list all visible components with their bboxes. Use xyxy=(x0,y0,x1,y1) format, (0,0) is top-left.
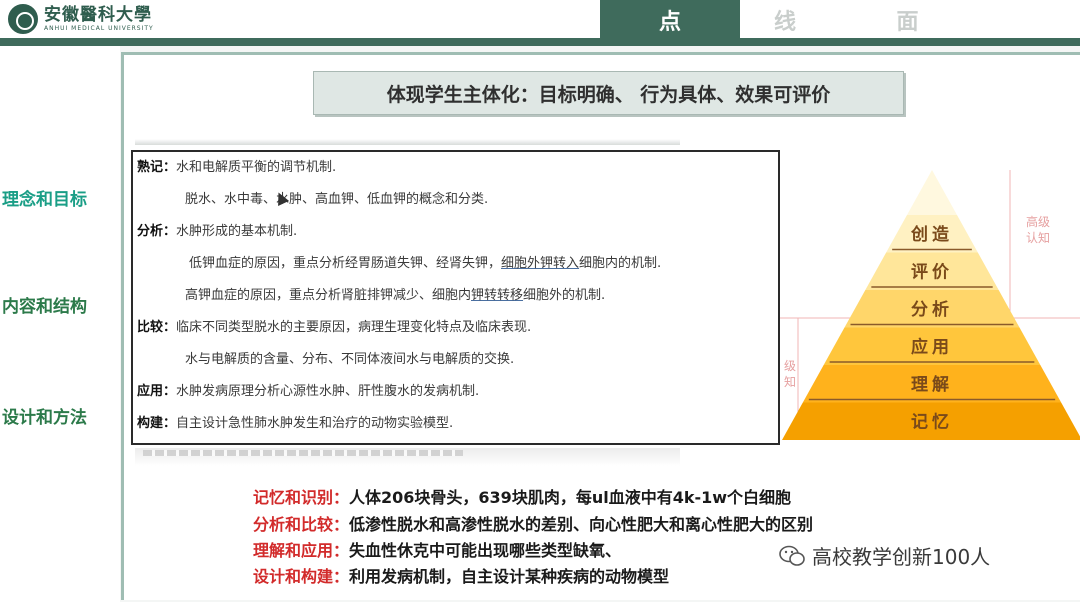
objective-text: 临床不同类型脱水的主要原因，病理生理变化特点及临床表现. xyxy=(176,320,532,335)
objective-row: 水与电解质的含量、分布、不同体液间水与电解质的交换. xyxy=(185,348,514,367)
objectives-shadow-top xyxy=(135,139,680,145)
objectives-box: 熟记：水和电解质平衡的调节机制. 脱水、水中毒、水肿、高血钾、低血钾的概念和分类… xyxy=(131,150,780,445)
objective-text: 水肿发病原理分析心源性水肿、肝性腹水的发病机制. xyxy=(176,384,480,399)
left-nav xyxy=(0,46,120,602)
pyramid-apex xyxy=(907,170,957,215)
example-label: 设计和构建： xyxy=(253,567,350,586)
objective-text: 水肿形成的基本机制. xyxy=(176,224,298,239)
example-text: 人体206块骨头，639块肌肉，每ul血液中有4k-1w个白细胞 xyxy=(349,488,792,507)
example-row: 理解和应用：失血性休克中可能出现哪些类型缺氧、 xyxy=(253,537,621,561)
objective-key: 应用： xyxy=(137,384,177,399)
objective-row: 脱水、水中毒、水肿、高血钾、低血钾的概念和分类. xyxy=(185,188,488,207)
objective-text: 水和电解质平衡的调节机制. xyxy=(176,160,337,175)
university-seal-icon xyxy=(8,4,38,34)
low-cognition-label-1: 级 xyxy=(784,359,796,373)
logo-english-name: ANHUI MEDICAL UNIVERSITY xyxy=(44,24,154,32)
example-label: 分析和比较： xyxy=(253,515,350,534)
page-title: 体现学生主体化：目标明确、 行为具体、效果可评价 xyxy=(313,71,904,115)
pyramid-level-label: 理解 xyxy=(911,374,953,395)
bloom-pyramid: 创造评价分析应用理解记忆 高级 认知 级 知 xyxy=(780,170,1080,440)
objective-text: 水与电解质的含量、分布、不同体液间水与电解质的交换. xyxy=(185,352,515,367)
objective-text: 高钾血症的原因，重点分析肾脏排钾减少、细胞内 xyxy=(185,288,472,303)
wechat-icon xyxy=(779,545,805,566)
header-bar: 安徽醫科大學 ANHUI MEDICAL UNIVERSITY 点 线 面 xyxy=(0,0,1080,40)
tab-face[interactable]: 面 xyxy=(860,0,955,40)
objectives-shadow-bottom xyxy=(135,448,680,466)
pyramid-level-label: 应用 xyxy=(911,336,953,357)
example-text: 低渗性脱水和高渗性脱水的差别、向心性肥大和离心性肥大的区别 xyxy=(349,515,814,534)
pyramid-level-label: 分析 xyxy=(911,299,953,320)
objective-row: 高钾血症的原因，重点分析肾脏排钾减少、细胞内钾转转移细胞外的机制. xyxy=(185,284,605,303)
logo-chinese-name: 安徽醫科大學 xyxy=(44,4,152,25)
nav-item-content-structure[interactable]: 内容和结构 xyxy=(2,292,87,317)
nav-item-design-method[interactable]: 设计和方法 xyxy=(2,403,87,428)
objective-underlined-text: 钾转转移 xyxy=(471,288,524,303)
objective-underlined-text: 细胞外钾转入 xyxy=(501,256,580,271)
university-logo: 安徽醫科大學 ANHUI MEDICAL UNIVERSITY xyxy=(8,4,154,34)
objective-text: 自主设计急性肺水肿发生和治疗的动物实验模型. xyxy=(176,416,454,431)
objective-text: 脱水、水中毒、水肿、高血钾、低血钾的概念和分类. xyxy=(185,192,489,207)
example-row: 设计和构建：利用发病机制，自主设计某种疾病的动物模型 xyxy=(253,563,669,587)
pyramid-level-label: 评价 xyxy=(911,262,953,282)
objective-key: 比较： xyxy=(137,320,177,335)
wechat-watermark: 高校教学创新100人 xyxy=(778,541,990,570)
high-cognition-label-2: 认知 xyxy=(1026,231,1050,245)
example-text: 利用发病机制，自主设计某种疾病的动物模型 xyxy=(349,567,670,586)
objective-key: 分析： xyxy=(137,224,177,239)
example-text: 失血性休克中可能出现哪些类型缺氧、 xyxy=(349,541,622,560)
objective-row: 应用：水肿发病原理分析心源性水肿、肝性腹水的发病机制. xyxy=(137,380,479,399)
tab-point[interactable]: 点 xyxy=(600,0,740,40)
high-cognition-label-1: 高级 xyxy=(1026,214,1050,229)
objective-row: 分析：水肿形成的基本机制. xyxy=(137,220,297,239)
tab-line[interactable]: 线 xyxy=(740,0,830,40)
objective-row: 比较：临床不同类型脱水的主要原因，病理生理变化特点及临床表现. xyxy=(137,316,531,335)
objective-key: 构建： xyxy=(137,416,177,431)
watermark-text: 高校教学创新100人 xyxy=(812,545,991,569)
objective-row: 构建：自主设计急性肺水肿发生和治疗的动物实验模型. xyxy=(137,412,453,431)
objective-text: 细胞外的机制. xyxy=(523,288,606,303)
example-row: 分析和比较：低渗性脱水和高渗性脱水的差别、向心性肥大和离心性肥大的区别 xyxy=(253,511,813,535)
example-label: 记忆和识别： xyxy=(253,488,350,507)
nav-item-concept-goals[interactable]: 理念和目标 xyxy=(2,185,87,210)
objective-key: 熟记： xyxy=(137,160,177,175)
objective-text: 细胞内的机制. xyxy=(579,256,662,271)
objective-text: 低钾血症的原因，重点分析经胃肠道失钾、经肾失钾， xyxy=(189,256,502,271)
objective-row: 熟记：水和电解质平衡的调节机制. xyxy=(137,156,336,175)
objective-row: 低钾血症的原因，重点分析经胃肠道失钾、经肾失钾，细胞外钾转入细胞内的机制. xyxy=(189,252,661,271)
pyramid-level-label: 记忆 xyxy=(911,411,953,432)
pyramid-level-label: 创造 xyxy=(910,224,953,245)
low-cognition-label-2: 知 xyxy=(784,375,796,389)
example-label: 理解和应用： xyxy=(253,541,350,560)
header-divider xyxy=(0,38,1080,46)
example-row: 记忆和识别：人体206块骨头，639块肌肉，每ul血液中有4k-1w个白细胞 xyxy=(253,484,791,508)
